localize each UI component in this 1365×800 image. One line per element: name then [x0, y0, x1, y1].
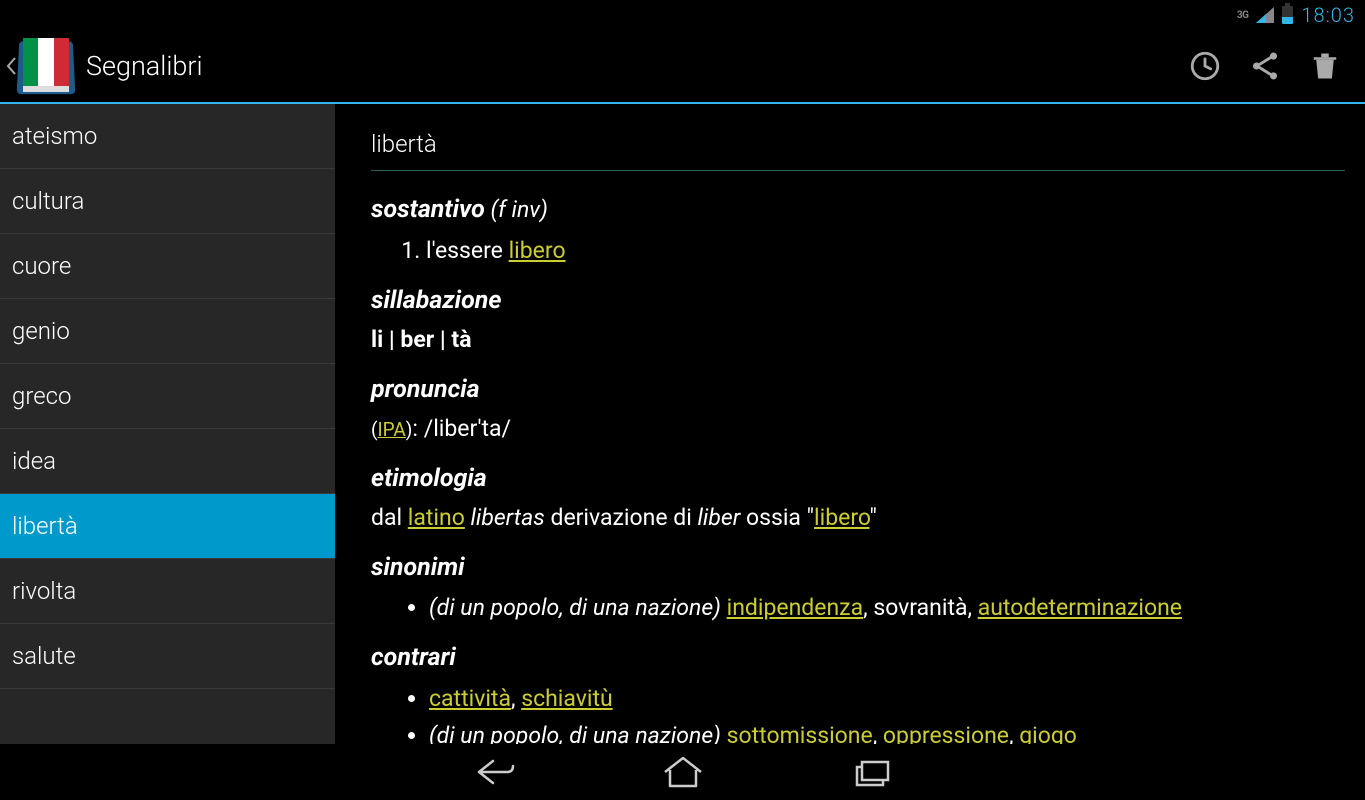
- nav-back-button[interactable]: [471, 753, 519, 791]
- sidebar-item-label: cuore: [12, 252, 71, 280]
- syllabation-value: li | ber | tà: [371, 324, 1345, 355]
- sidebar-item[interactable]: ateismo: [0, 104, 335, 169]
- antonym-link[interactable]: oppressione: [883, 722, 1009, 744]
- sidebar-item-label: greco: [12, 382, 71, 410]
- sidebar-item[interactable]: libertà: [0, 494, 335, 559]
- pos-grammar: (f inv): [491, 196, 548, 223]
- sidebar-item[interactable]: greco: [0, 364, 335, 429]
- antonym-link[interactable]: cattività: [429, 685, 511, 712]
- sidebar-item-label: cultura: [12, 187, 84, 215]
- pronunciation-line: (IPA): /liber'ta/: [371, 413, 1345, 444]
- ipa-link[interactable]: IPA: [378, 418, 406, 441]
- share-button[interactable]: [1235, 36, 1295, 96]
- antonym-item: cattività, schiavitù: [429, 683, 1345, 714]
- synonym-item: (di un popolo, di una nazione) indipende…: [429, 592, 1345, 623]
- antonym-item: (di un popolo, di una nazione) sottomiss…: [429, 720, 1345, 744]
- pos-label: sostantivo: [371, 195, 485, 224]
- definition-item: l'essere libero: [426, 235, 1345, 266]
- sidebar-item-label: genio: [12, 317, 70, 345]
- network-indicator: 3G: [1237, 10, 1249, 21]
- sidebar-item-label: rivolta: [12, 577, 76, 605]
- sidebar-item-label: ateismo: [12, 122, 97, 150]
- synonym-link[interactable]: indipendenza: [727, 594, 863, 621]
- synonym-link[interactable]: autodeterminazione: [978, 594, 1182, 621]
- action-bar: Segnalibri: [0, 30, 1365, 104]
- clock-time: 18:03: [1301, 3, 1355, 27]
- back-button[interactable]: [4, 51, 18, 81]
- sidebar-item[interactable]: idea: [0, 429, 335, 494]
- definition-content[interactable]: libertà sostantivo (f inv) l'essere libe…: [337, 104, 1365, 744]
- definition-link[interactable]: libero: [509, 237, 566, 264]
- sidebar-item[interactable]: salute: [0, 624, 335, 689]
- section-synonyms: sinonimi: [371, 551, 1345, 585]
- battery-icon: [1282, 6, 1293, 24]
- page-title: Segnalibri: [86, 50, 203, 82]
- etym-link[interactable]: latino: [408, 504, 465, 531]
- sidebar-item-label: libertà: [12, 512, 78, 540]
- sidebar-item[interactable]: rivolta: [0, 559, 335, 624]
- sidebar-item[interactable]: genio: [0, 299, 335, 364]
- section-etymology: etimologia: [371, 462, 1345, 496]
- antonym-link[interactable]: giogo: [1019, 722, 1077, 744]
- nav-home-button[interactable]: [659, 753, 707, 791]
- delete-button[interactable]: [1295, 36, 1355, 96]
- entry-headword: libertà: [371, 128, 1345, 171]
- antonym-link[interactable]: sottomissione: [727, 722, 873, 744]
- sidebar-item-label: salute: [12, 642, 76, 670]
- history-button[interactable]: [1175, 36, 1235, 96]
- sidebar-item-label: idea: [12, 447, 56, 475]
- etym-link[interactable]: libero: [814, 504, 869, 531]
- section-pronunciation: pronuncia: [371, 373, 1345, 407]
- etymology-line: dal latino libertas derivazione di liber…: [371, 502, 1345, 533]
- sidebar-item[interactable]: cultura: [0, 169, 335, 234]
- sidebar-item[interactable]: cuore: [0, 234, 335, 299]
- signal-icon: [1256, 7, 1274, 23]
- nav-recents-button[interactable]: [847, 753, 895, 791]
- bookmarks-sidebar[interactable]: ateismo cultura cuore genio greco idea l…: [0, 104, 337, 744]
- section-antonyms: contrari: [371, 641, 1345, 675]
- system-nav-bar: [0, 744, 1365, 800]
- section-syllabation: sillabazione: [371, 284, 1345, 318]
- app-icon[interactable]: [18, 38, 74, 94]
- status-bar: 3G 18:03: [0, 0, 1365, 30]
- antonym-link[interactable]: schiavitù: [521, 685, 612, 712]
